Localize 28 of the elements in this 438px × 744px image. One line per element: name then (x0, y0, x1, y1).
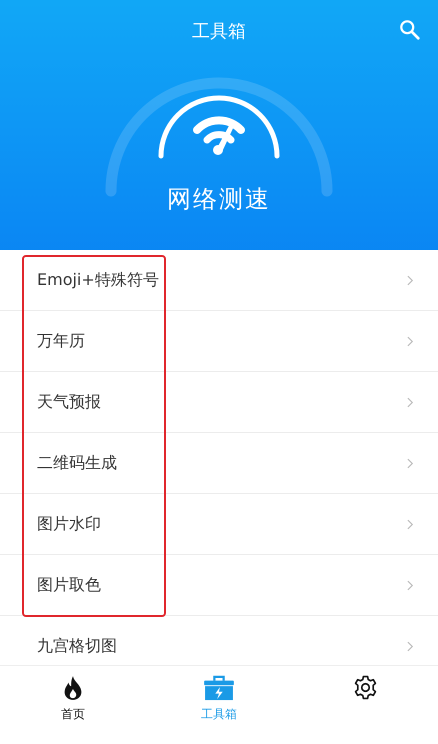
tool-name: 图片取色 (37, 574, 101, 596)
chevron-right-icon (407, 458, 414, 468)
chevron-right-icon (407, 640, 414, 652)
tool-name: 天气预报 (37, 392, 101, 412)
tool-list-item[interactable]: Emoji+特殊符号 (0, 250, 438, 311)
flame-icon (62, 675, 84, 701)
tool-name: 图片水印 (37, 514, 101, 534)
chevron-right-icon (407, 518, 414, 530)
tool-name: 万年历 (37, 330, 85, 352)
tab-label: 首页 (61, 706, 85, 723)
tool-name: 九宫格切图 (37, 636, 117, 656)
chevron-right-icon (407, 336, 414, 346)
page-title: 工具箱 (192, 20, 246, 44)
tool-list-item[interactable]: 图片取色 (0, 555, 438, 616)
tool-list-item[interactable]: 二维码生成 (0, 433, 438, 494)
tab-bar-item[interactable]: 首页 (0, 666, 146, 744)
chevron-right-icon (407, 580, 414, 590)
chevron-right-icon (407, 274, 414, 286)
tool-name: Emoji+特殊符号 (37, 270, 159, 290)
tab-label: 工具箱 (201, 706, 237, 723)
tool-list-item[interactable]: 天气预报 (0, 372, 438, 433)
tool-list-item[interactable]: 图片水印 (0, 494, 438, 555)
tool-name: 二维码生成 (37, 452, 117, 474)
tool-list-item[interactable]: 万年历 (0, 311, 438, 372)
settings-icon (352, 675, 378, 700)
toolbox-icon (203, 675, 235, 701)
search-icon[interactable] (399, 19, 421, 41)
chevron-right-icon (407, 396, 414, 408)
